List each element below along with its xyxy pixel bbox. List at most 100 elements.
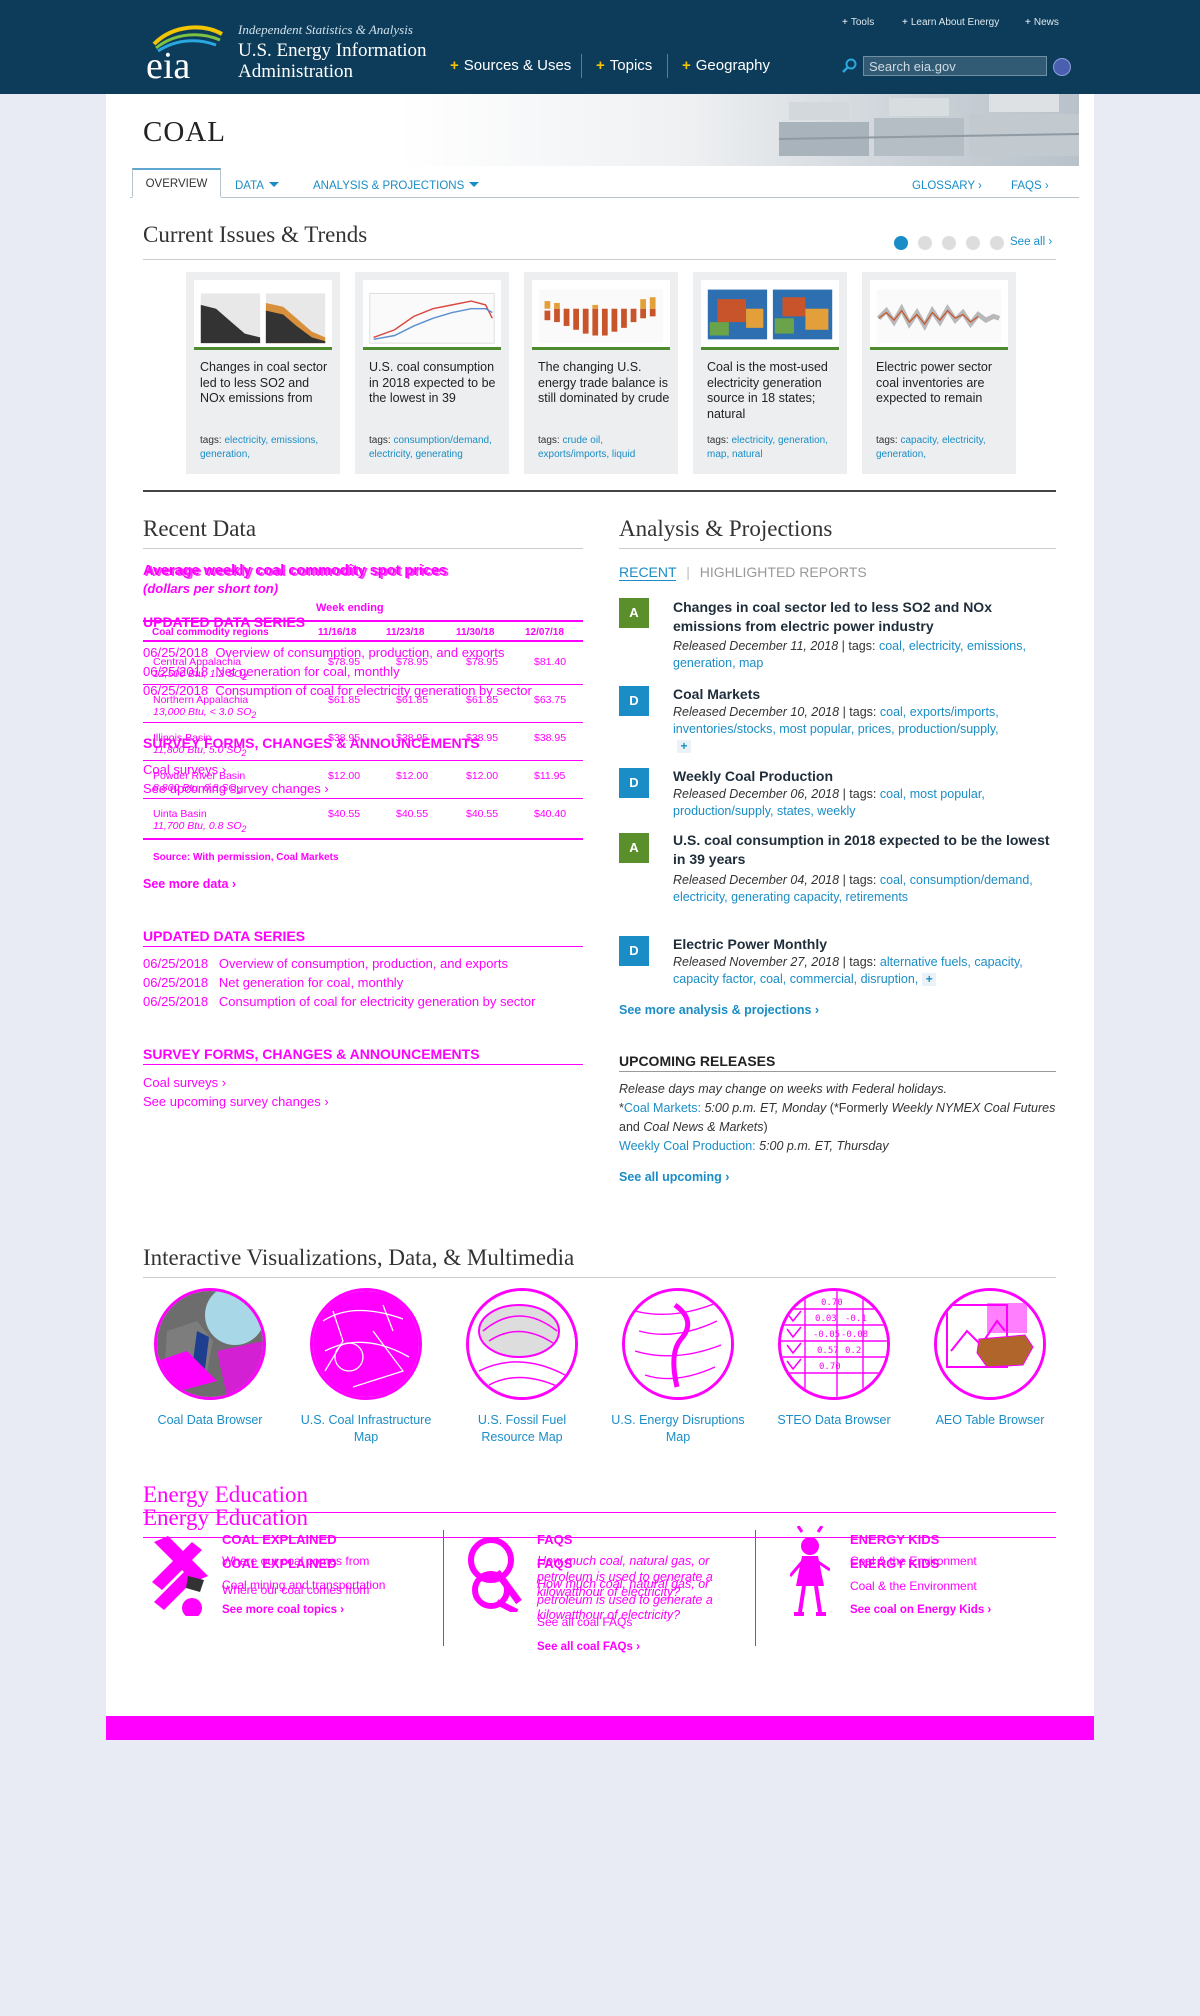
- logo-text: eia: [146, 45, 190, 82]
- table-col-header: 11/16/18: [318, 627, 357, 638]
- fossil-fuel-resource-map-icon[interactable]: [466, 1288, 578, 1400]
- energy-disruptions-map-icon[interactable]: [622, 1288, 734, 1400]
- plus-icon: +: [596, 57, 605, 74]
- updated-item[interactable]: 06/25/2018 Net generation for coal, mont…: [143, 975, 403, 990]
- nav-geography[interactable]: + Geography: [682, 57, 770, 74]
- analysis-item-meta: Released December 06, 2018 | tags: coal,…: [673, 787, 985, 818]
- nav-learn-about-energy[interactable]: + Learn About Energy: [902, 17, 999, 28]
- viz-label[interactable]: U.S. Energy Disruptions Map: [608, 1412, 748, 1446]
- analysis-heading: Analysis & Projections: [619, 516, 833, 541]
- trend-card-tags: tags: electricity, generation, map, natu…: [707, 435, 828, 460]
- education-divider: [443, 1530, 444, 1646]
- tab-highlighted-reports[interactable]: HIGHLIGHTED REPORTS: [700, 564, 867, 580]
- survey-forms-heading: SURVEY FORMS, CHANGES & ANNOUNCEMENTS: [143, 1046, 480, 1062]
- trend-thumbnail-image: [870, 280, 1008, 350]
- see-all-trends-link[interactable]: See all ›: [1010, 236, 1052, 248]
- expand-tags-button[interactable]: +: [677, 740, 691, 753]
- plus-icon: +: [682, 57, 691, 74]
- education-rule: [143, 1512, 1056, 1513]
- svg-text:0.03: 0.03: [815, 1314, 837, 1324]
- carousel-dot-4[interactable]: [966, 236, 980, 250]
- energy-kids-link-overlay[interactable]: Coal & the Environment: [850, 1579, 977, 1593]
- coal-explained-heading: COAL EXPLAINED: [222, 1532, 337, 1547]
- tab-recent[interactable]: RECENT: [619, 564, 677, 581]
- table-rule: [143, 722, 583, 723]
- coal-train-image: [778, 94, 1079, 156]
- upcoming-survey-changes-link[interactable]: See upcoming survey changes ›: [143, 1094, 329, 1109]
- trend-thumbnail-image: [363, 280, 501, 350]
- trend-card[interactable]: Electric power sector coal inventories a…: [862, 272, 1016, 474]
- section-divider: [143, 490, 1056, 492]
- nav-label: Topics: [609, 57, 653, 74]
- analysis-badge: A: [619, 833, 649, 863]
- carousel-dot-1[interactable]: [894, 236, 908, 250]
- updated-item[interactable]: 06/25/2018 Consumption of coal for elect…: [143, 994, 535, 1009]
- analysis-item-title[interactable]: Weekly Coal Production: [673, 767, 833, 786]
- see-more-data-link[interactable]: See more data ›: [143, 877, 236, 891]
- viz-label[interactable]: U.S. Coal Infrastructure Map: [296, 1412, 436, 1446]
- coal-explained-link[interactable]: Where our coal comes from: [222, 1554, 369, 1568]
- analysis-item-title[interactable]: U.S. coal consumption in 2018 expected t…: [673, 831, 1053, 869]
- tab-analysis-projections[interactable]: ANALYSIS & PROJECTIONS: [313, 176, 480, 198]
- table-rule: [143, 798, 583, 799]
- education-divider: [755, 1530, 756, 1646]
- nav-tools[interactable]: + Tools: [842, 17, 874, 28]
- upcoming-releases-body: Release days may change on weeks with Fe…: [619, 1082, 1056, 1153]
- energy-kids-heading: ENERGY KIDS: [850, 1532, 940, 1547]
- carousel-dot-5[interactable]: [990, 236, 1004, 250]
- coal-explained-sublink[interactable]: Coal mining and transportation: [222, 1578, 385, 1592]
- coal-infrastructure-image: [313, 1291, 419, 1397]
- aeo-table-browser-icon[interactable]: [934, 1288, 1046, 1400]
- page-title: COAL: [143, 116, 226, 148]
- hero-banner: [106, 94, 1079, 166]
- table-col-header: 11/30/18: [456, 627, 495, 638]
- coal-data-browser-icon[interactable]: [154, 1288, 266, 1400]
- see-more-analysis-link[interactable]: See more analysis & projections ›: [619, 1003, 819, 1017]
- logo-org-name[interactable]: U.S. Energy Information Administration: [238, 40, 448, 82]
- survey-heading-ghost: SURVEY FORMS, CHANGES & ANNOUNCEMENTS: [143, 735, 480, 751]
- viz-label[interactable]: AEO Table Browser: [920, 1412, 1060, 1429]
- carousel-dot-2[interactable]: [918, 236, 932, 250]
- nav-topics[interactable]: + Topics: [596, 57, 652, 74]
- faqs-link[interactable]: FAQS ›: [1011, 176, 1049, 198]
- analysis-badge: A: [619, 598, 649, 628]
- trend-card[interactable]: U.S. coal consumption in 2018 expected t…: [355, 272, 509, 474]
- trend-card[interactable]: Changes in coal sector led to less SO2 a…: [186, 272, 340, 474]
- trend-thumbnail-image: [532, 280, 670, 350]
- eia-logo[interactable]: eia: [144, 22, 224, 82]
- trend-card[interactable]: Coal is the most-used electricity genera…: [693, 272, 847, 474]
- analysis-item-title[interactable]: Changes in coal sector led to less SO2 a…: [673, 598, 1053, 636]
- upcoming-rule: [619, 1071, 1056, 1072]
- see-more-coal-topics-link[interactable]: See more coal topics ›: [222, 1604, 344, 1616]
- carousel-dot-3[interactable]: [942, 236, 956, 250]
- coal-surveys-link[interactable]: Coal surveys ›: [143, 1075, 226, 1090]
- updated-item[interactable]: 06/25/2018 Overview of consumption, prod…: [143, 956, 508, 971]
- tab-overview[interactable]: OVERVIEW: [132, 168, 221, 198]
- nav-sources-uses[interactable]: + Sources & Uses: [450, 57, 571, 74]
- analysis-item-title[interactable]: Coal Markets: [673, 685, 760, 704]
- svg-text:0.70: 0.70: [819, 1362, 841, 1372]
- search-submit-button[interactable]: [1053, 58, 1071, 76]
- analysis-badge: D: [619, 686, 649, 716]
- coal-markets-link[interactable]: Coal Markets:: [624, 1101, 701, 1115]
- trend-card[interactable]: The changing U.S. energy trade balance i…: [524, 272, 678, 474]
- analysis-item-meta: Released November 27, 2018 | tags: alter…: [673, 955, 1023, 986]
- search-input[interactable]: [863, 56, 1047, 76]
- see-all-upcoming-link[interactable]: See all upcoming ›: [619, 1170, 729, 1184]
- tab-data[interactable]: DATA: [235, 176, 279, 198]
- viz-rule: [143, 1277, 1056, 1278]
- energy-kids-link[interactable]: Coal & the Environment: [850, 1554, 977, 1568]
- weekly-coal-production-link[interactable]: Weekly Coal Production:: [619, 1139, 756, 1153]
- viz-label[interactable]: STEO Data Browser: [764, 1412, 904, 1429]
- glossary-link[interactable]: GLOSSARY ›: [912, 176, 982, 198]
- steo-data-browser-icon[interactable]: 0.70 0.03 -0.1 -0.05 -0.08 0.57 0.2 0.70: [778, 1288, 890, 1400]
- see-coal-on-energy-kids-link[interactable]: See coal on Energy Kids ›: [850, 1604, 991, 1616]
- nav-news[interactable]: + News: [1025, 17, 1059, 28]
- nav-divider: [581, 54, 582, 78]
- viz-label[interactable]: Coal Data Browser: [140, 1412, 280, 1429]
- analysis-item-title[interactable]: Electric Power Monthly: [673, 935, 827, 954]
- coal-infrastructure-map-icon[interactable]: [310, 1288, 422, 1400]
- viz-label[interactable]: U.S. Fossil Fuel Resource Map: [452, 1412, 592, 1446]
- expand-tags-button[interactable]: +: [922, 973, 937, 986]
- see-all-coal-faqs-link[interactable]: See all coal FAQs ›: [537, 1641, 640, 1653]
